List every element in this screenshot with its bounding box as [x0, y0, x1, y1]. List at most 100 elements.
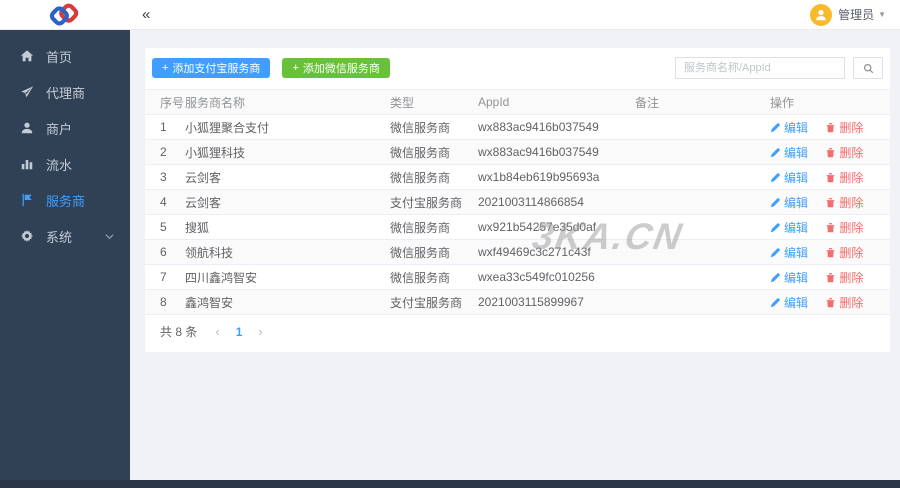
- sidebar-item-flow[interactable]: 流水: [0, 146, 130, 182]
- search-group: [675, 57, 883, 79]
- edit-button[interactable]: 编辑: [770, 194, 808, 211]
- delete-trash-icon: [826, 222, 835, 232]
- sidebar-item-label: 首页: [46, 49, 73, 65]
- search-button[interactable]: [853, 57, 883, 79]
- delete-button[interactable]: 删除: [825, 269, 863, 286]
- edit-button[interactable]: 编辑: [770, 244, 808, 261]
- cell-provider-name: 领航科技: [185, 245, 234, 260]
- sidebar-item-label: 商户: [46, 121, 73, 137]
- cell-provider-name: 小狐狸聚合支付: [185, 120, 270, 135]
- edit-label: 编辑: [784, 170, 809, 185]
- flag-icon: [20, 193, 34, 207]
- cell-type: 微信服务商: [390, 145, 451, 160]
- cell-operations: 编辑 删除: [770, 265, 890, 290]
- add-wechat-provider-button[interactable]: + 添加微信服务商: [282, 58, 390, 78]
- edit-button[interactable]: 编辑: [770, 219, 808, 236]
- delete-trash-icon: [826, 272, 835, 282]
- add-alipay-provider-label: 添加支付宝服务商: [172, 63, 261, 75]
- delete-button[interactable]: 删除: [825, 169, 863, 186]
- delete-button[interactable]: 删除: [825, 194, 863, 211]
- sidebar-collapse-button[interactable]: «: [142, 7, 150, 22]
- send-icon: [20, 85, 34, 99]
- edit-label: 编辑: [784, 120, 809, 135]
- sidebar-item-home[interactable]: 首页: [0, 38, 130, 74]
- edit-label: 编辑: [784, 220, 809, 235]
- sidebar-item-system[interactable]: 系统: [0, 218, 130, 254]
- edit-button[interactable]: 编辑: [770, 294, 808, 311]
- edit-label: 编辑: [784, 270, 809, 285]
- avatar: [810, 3, 833, 26]
- add-alipay-provider-button[interactable]: + 添加支付宝服务商: [152, 58, 271, 78]
- cell-operations: 编辑 删除: [770, 240, 890, 265]
- cell-appid: 2021003115899967: [478, 295, 584, 309]
- delete-button[interactable]: 删除: [825, 119, 863, 136]
- table-row: 3 云剑客 微信服务商 wx1b84eb619b95693a 编辑 删除: [145, 165, 890, 190]
- delete-label: 删除: [839, 245, 864, 260]
- logo-icon: [49, 3, 79, 25]
- edit-button[interactable]: 编辑: [770, 119, 808, 136]
- table-row: 1 小狐狸聚合支付 微信服务商 wx883ac9416b037549 编辑 删除: [145, 115, 890, 140]
- delete-label: 删除: [839, 195, 864, 210]
- column-header-3: AppId: [478, 95, 510, 109]
- user-menu[interactable]: 管理员 ▼: [810, 3, 886, 26]
- delete-button[interactable]: 删除: [825, 144, 863, 161]
- sidebar-item-agent[interactable]: 代理商: [0, 74, 130, 110]
- cell-operations: 编辑 删除: [770, 290, 890, 315]
- content-card: + 添加支付宝服务商 + 添加微信服务商 序号服务商名称 类型 AppId 备注 操作: [145, 48, 890, 352]
- cell-operations: 编辑 删除: [770, 140, 890, 165]
- column-header-0: 序号: [160, 95, 185, 110]
- cell-appid: wx883ac9416b037549: [478, 145, 599, 159]
- delete-button[interactable]: 删除: [825, 294, 863, 311]
- cell-remark: [635, 240, 770, 265]
- table-row: 7 四川鑫鸿智安 微信服务商 wxea33c549fc010256 编辑 删除: [145, 265, 890, 290]
- cell-remark: [635, 165, 770, 190]
- cell-type: 微信服务商: [390, 120, 451, 135]
- pagination-prev-button[interactable]: ‹: [215, 324, 219, 339]
- cell-operations: 编辑 删除: [770, 215, 890, 240]
- chart-icon: [20, 157, 34, 171]
- edit-button[interactable]: 编辑: [770, 169, 808, 186]
- column-header-4: 备注: [635, 95, 660, 110]
- cell-appid: 2021003114866854: [478, 195, 584, 209]
- cell-provider-name: 四川鑫鸿智安: [185, 270, 258, 285]
- edit-pencil-icon: [770, 172, 780, 182]
- edit-pencil-icon: [770, 122, 780, 132]
- edit-button[interactable]: 编辑: [770, 269, 808, 286]
- cell-operations: 编辑 删除: [770, 165, 890, 190]
- cell-index: 3: [160, 170, 167, 184]
- pagination-page-1[interactable]: 1: [236, 325, 243, 339]
- sidebar-item-merchant[interactable]: 商户: [0, 110, 130, 146]
- search-input[interactable]: [675, 57, 845, 79]
- delete-label: 删除: [839, 145, 864, 160]
- cell-remark: [635, 115, 770, 140]
- table-row: 2 小狐狸科技 微信服务商 wx883ac9416b037549 编辑 删除: [145, 139, 890, 165]
- cell-operations: 编辑 删除: [770, 115, 890, 140]
- edit-pencil-icon: [770, 197, 780, 207]
- search-icon: [863, 63, 873, 73]
- cell-operations: 编辑 删除: [770, 190, 890, 215]
- chevron-down-icon: [105, 232, 114, 241]
- cell-type: 微信服务商: [390, 270, 451, 285]
- plus-icon: +: [162, 62, 169, 74]
- delete-trash-icon: [826, 297, 835, 307]
- edit-button[interactable]: 编辑: [770, 144, 808, 161]
- user-name: 管理员: [838, 8, 875, 22]
- delete-trash-icon: [826, 247, 835, 257]
- table-row: 5 搜狐 微信服务商 wx921b54257e35d0af 编辑 删除: [145, 215, 890, 240]
- sidebar-item-label: 代理商: [46, 85, 86, 101]
- cell-appid: wx1b84eb619b95693a: [478, 170, 600, 184]
- cell-appid: wxf49469c3c271c43f: [478, 245, 591, 259]
- edit-label: 编辑: [784, 145, 809, 160]
- edit-pencil-icon: [770, 147, 780, 157]
- delete-trash-icon: [826, 172, 835, 182]
- cell-index: 4: [160, 195, 167, 209]
- cell-remark: [635, 265, 770, 290]
- sidebar-item-provider[interactable]: 服务商: [0, 182, 130, 218]
- edit-pencil-icon: [770, 222, 780, 232]
- delete-trash-icon: [826, 122, 835, 132]
- pagination-next-button[interactable]: ›: [258, 324, 262, 339]
- delete-label: 删除: [839, 270, 864, 285]
- delete-button[interactable]: 删除: [825, 219, 863, 236]
- delete-button[interactable]: 删除: [825, 244, 863, 261]
- pagination-total: 共 8 条: [160, 325, 198, 339]
